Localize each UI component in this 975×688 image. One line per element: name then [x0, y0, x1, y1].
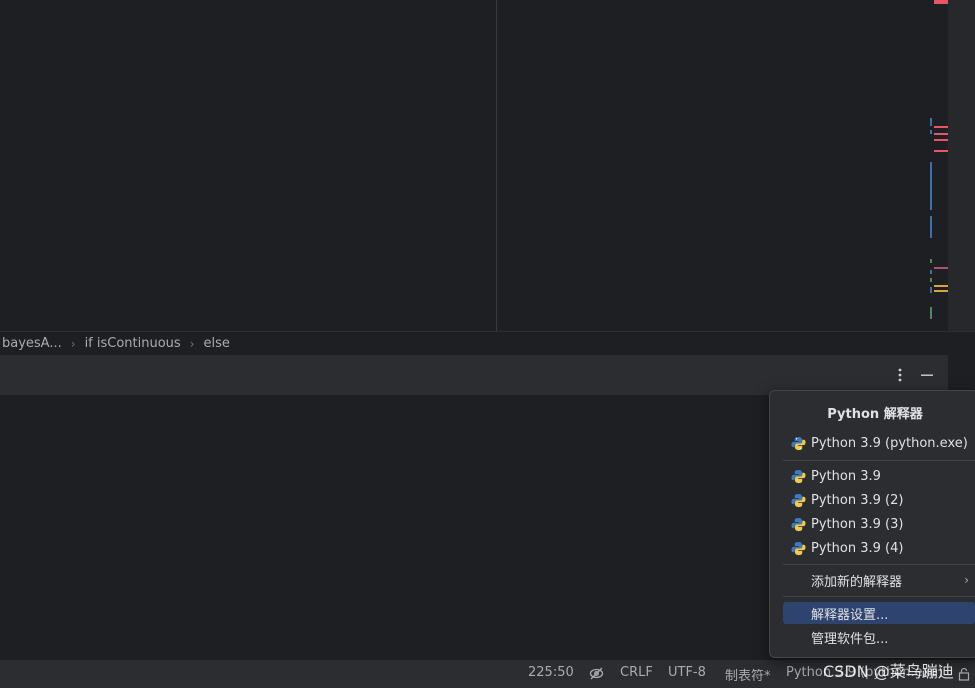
interpreter-item[interactable]: Python 3.9 (4)	[783, 537, 975, 559]
interpreter-label: Python 3.9 (4)	[811, 540, 904, 556]
change-marker	[930, 130, 932, 134]
warning-marker[interactable]	[934, 290, 948, 292]
breadcrumb-chevron-icon: ›	[189, 336, 195, 351]
add-interpreter-label: 添加新的解释器	[811, 574, 903, 590]
change-marker	[930, 270, 932, 274]
file-encoding[interactable]: UTF-8	[668, 665, 706, 680]
caret-position[interactable]: 225:50	[528, 665, 574, 680]
change-marker	[930, 287, 932, 293]
error-marker[interactable]	[934, 0, 948, 4]
add-interpreter-item[interactable]: 添加新的解释器 ›	[783, 569, 975, 591]
more-vertical-icon[interactable]	[890, 365, 910, 385]
interpreter-item[interactable]: Python 3.9 (3)	[783, 513, 975, 535]
breadcrumb: bayesA... › if isContinuous › else	[0, 331, 975, 355]
manage-packages-item[interactable]: 管理软件包...	[783, 626, 975, 648]
added-marker	[930, 307, 932, 319]
change-marker	[930, 118, 932, 126]
interpreter-label: Python 3.9	[811, 468, 881, 484]
python-icon	[791, 493, 806, 507]
manage-packages-label: 管理软件包...	[811, 631, 889, 647]
divider	[783, 564, 975, 565]
breadcrumb-item[interactable]: if isContinuous	[83, 336, 183, 351]
interpreter-item[interactable]: Python 3.9	[783, 465, 975, 487]
error-marker[interactable]	[934, 267, 948, 269]
line-separator[interactable]: CRLF	[620, 665, 653, 680]
interpreter-popup: Python 解释器 Python 3.9 (python.exe) Pytho…	[769, 390, 975, 658]
editor-area[interactable]	[0, 0, 975, 331]
eye-off-icon[interactable]	[589, 666, 604, 685]
breadcrumb-item[interactable]: bayesA...	[0, 336, 64, 351]
editor-scrollbar[interactable]	[948, 0, 975, 331]
interpreter-settings-item[interactable]: 解释器设置...	[783, 602, 975, 624]
error-marker[interactable]	[934, 126, 948, 128]
breadcrumb-chevron-icon: ›	[70, 336, 76, 351]
error-marker[interactable]	[934, 133, 948, 135]
python-icon	[791, 541, 806, 555]
tool-window-header	[0, 355, 948, 395]
interpreter-label: Python 3.9 (3)	[811, 516, 904, 532]
editor-split-divider[interactable]	[496, 0, 497, 331]
interpreter-item[interactable]: Python 3.9 (2)	[783, 489, 975, 511]
popup-title: Python 解释器	[827, 407, 923, 422]
breadcrumb-item[interactable]: else	[202, 336, 232, 351]
added-marker	[930, 259, 932, 263]
lock-icon[interactable]	[958, 667, 970, 685]
interpreter-settings-label: 解释器设置...	[811, 607, 889, 623]
python-icon	[791, 517, 806, 531]
divider	[783, 596, 975, 597]
watermark: CSDN @菜鸟蹦迪	[823, 662, 954, 681]
python-icon	[791, 436, 806, 450]
python-icon	[791, 469, 806, 483]
change-marker	[930, 216, 932, 238]
added-marker	[930, 278, 932, 282]
change-marker	[930, 162, 932, 210]
warning-marker[interactable]	[934, 285, 948, 287]
minimize-icon[interactable]	[917, 365, 937, 385]
interpreter-current[interactable]: Python 3.9 (python.exe)	[783, 432, 975, 454]
error-marker[interactable]	[934, 150, 948, 152]
indent-setting[interactable]: 制表符*	[725, 665, 771, 684]
error-marker[interactable]	[934, 139, 948, 141]
interpreter-label: Python 3.9 (python.exe)	[811, 435, 968, 451]
chevron-right-icon: ›	[964, 573, 969, 587]
divider	[783, 460, 975, 461]
interpreter-label: Python 3.9 (2)	[811, 492, 904, 508]
